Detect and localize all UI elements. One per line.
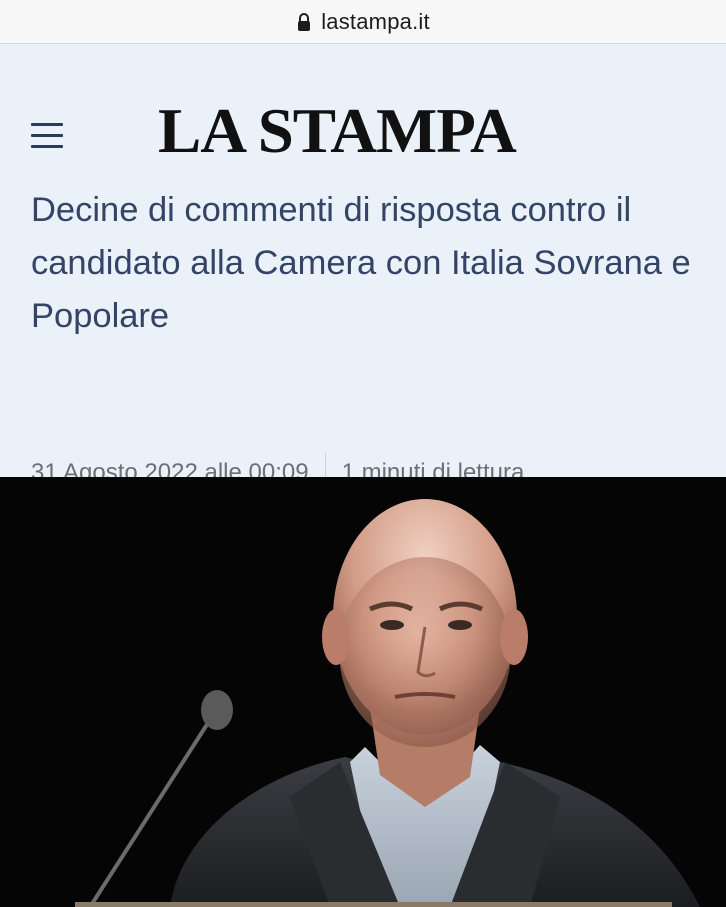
article-headline: Decine di commenti di risposta contro il…	[31, 191, 691, 335]
article-header: LA STAMPA Decine di commenti di risposta…	[0, 44, 726, 493]
browser-address-bar[interactable]: lastampa.it	[0, 0, 726, 44]
lock-icon	[296, 12, 312, 32]
hamburger-menu-icon[interactable]	[31, 123, 63, 149]
bottom-strip	[75, 902, 672, 907]
url-text: lastampa.it	[321, 8, 430, 34]
site-logo[interactable]: LA STAMPA	[158, 100, 603, 163]
article-photo	[0, 477, 726, 907]
